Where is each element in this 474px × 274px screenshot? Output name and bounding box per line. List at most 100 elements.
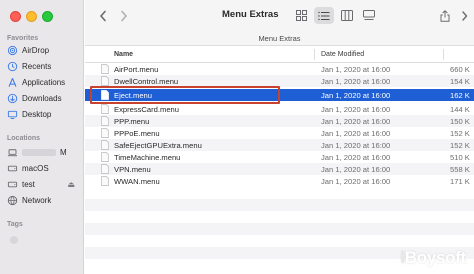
sidebar-item-computer[interactable]: M xyxy=(3,145,81,160)
file-icon xyxy=(101,116,109,126)
file-size: 162 K xyxy=(450,90,470,100)
chevron-right-icon xyxy=(121,10,128,21)
file-date: Jan 1, 2020 at 16:00 xyxy=(321,164,391,174)
file-row[interactable]: SafeEjectGPUExtra.menu Jan 1, 2020 at 16… xyxy=(85,139,474,151)
file-icon xyxy=(101,164,109,174)
sidebar-item-desktop[interactable]: Desktop xyxy=(3,107,81,122)
sidebar-item-test[interactable]: test ⏏ xyxy=(3,177,81,192)
file-size: 144 K xyxy=(450,104,470,114)
file-row[interactable]: PPP.menu Jan 1, 2020 at 16:00 150 K xyxy=(85,115,474,127)
tag-dot[interactable] xyxy=(10,236,18,244)
sidebar-item-label: Network xyxy=(22,196,52,205)
file-size: 154 K xyxy=(450,76,470,86)
file-icon xyxy=(101,76,109,86)
disk-icon xyxy=(6,163,18,175)
file-row[interactable]: VPN.menu Jan 1, 2020 at 16:00 558 K xyxy=(85,163,474,175)
file-name: VPN.menu xyxy=(114,164,151,174)
desktop-icon xyxy=(6,109,18,121)
close-window-button[interactable] xyxy=(10,11,21,22)
column-header-name[interactable]: Name xyxy=(114,51,133,58)
sidebar-heading-favorites: Favorites xyxy=(7,35,39,42)
file-name: TimeMachine.menu xyxy=(114,152,181,162)
forward-button[interactable] xyxy=(116,7,132,24)
file-size: 152 K xyxy=(450,140,470,150)
list-view-icon xyxy=(318,11,330,20)
file-icon xyxy=(101,128,109,138)
empty-row xyxy=(85,199,474,211)
globe-icon xyxy=(6,195,18,207)
applications-icon xyxy=(6,77,18,89)
icon-view-button[interactable] xyxy=(292,7,310,24)
file-date: Jan 1, 2020 at 16:00 xyxy=(321,152,391,162)
sidebar-item-label: Applications xyxy=(22,78,66,87)
file-icon xyxy=(101,104,109,114)
file-row[interactable]: PPPoE.menu Jan 1, 2020 at 16:00 152 K xyxy=(85,127,474,139)
share-icon xyxy=(440,9,450,22)
list-header: Name Date Modified xyxy=(85,47,474,63)
icon-view-icon xyxy=(295,10,307,21)
disk-icon xyxy=(6,179,18,191)
sidebar-item-label: Recents xyxy=(22,62,52,71)
sidebar-item-label: M xyxy=(60,148,67,157)
sidebar-heading-tags: Tags xyxy=(7,221,23,228)
zoom-window-button[interactable] xyxy=(42,11,53,22)
list-view-button[interactable] xyxy=(314,7,334,24)
column-divider[interactable] xyxy=(314,49,315,60)
file-row[interactable]: AirPort.menu Jan 1, 2020 at 16:00 660 K xyxy=(85,63,474,75)
redacted-name xyxy=(22,149,56,156)
file-name: ExpressCard.menu xyxy=(114,104,179,114)
file-name: SafeEjectGPUExtra.menu xyxy=(114,140,202,150)
file-name: DwellControl.menu xyxy=(114,76,179,86)
sidebar-item-label: Downloads xyxy=(22,94,62,103)
watermark-logo: i Boysoft xyxy=(400,248,466,268)
file-row[interactable]: ExpressCard.menu Jan 1, 2020 at 16:00 14… xyxy=(85,103,474,115)
file-date: Jan 1, 2020 at 16:00 xyxy=(321,128,391,138)
file-size: 558 K xyxy=(450,164,470,174)
file-size: 171 K xyxy=(450,176,470,186)
file-icon xyxy=(101,64,109,74)
chevron-left-icon xyxy=(99,10,106,21)
file-size: 510 K xyxy=(450,152,470,162)
sidebar-item-airdrop[interactable]: AirDrop xyxy=(3,43,81,58)
sidebar-item-downloads[interactable]: Downloads xyxy=(3,91,81,106)
sidebar-item-applications[interactable]: Applications xyxy=(3,75,81,90)
path-title: Menu Extras xyxy=(258,34,301,43)
more-toolbar-button[interactable] xyxy=(458,7,470,24)
share-button[interactable] xyxy=(438,7,452,24)
file-date: Jan 1, 2020 at 16:00 xyxy=(321,116,391,126)
sidebar-heading-locations: Locations xyxy=(7,135,41,142)
clock-icon xyxy=(6,61,18,73)
gallery-view-icon xyxy=(363,10,375,20)
window-title: Menu Extras xyxy=(222,9,279,20)
file-size: 660 K xyxy=(450,64,470,74)
file-name: AirPort.menu xyxy=(114,64,159,74)
sidebar-item-label: macOS xyxy=(22,164,49,173)
sidebar-item-network[interactable]: Network xyxy=(3,193,81,208)
gallery-view-button[interactable] xyxy=(360,7,378,24)
download-icon xyxy=(6,93,18,105)
file-size: 150 K xyxy=(450,116,470,126)
file-name: WWAN.menu xyxy=(114,176,160,186)
file-name: PPPoE.menu xyxy=(114,128,160,138)
file-date: Jan 1, 2020 at 16:00 xyxy=(321,176,391,186)
column-header-date[interactable]: Date Modified xyxy=(321,51,364,58)
minimize-window-button[interactable] xyxy=(26,11,37,22)
file-row[interactable]: TimeMachine.menu Jan 1, 2020 at 16:00 51… xyxy=(85,151,474,163)
file-row[interactable]: WWAN.menu Jan 1, 2020 at 16:00 171 K xyxy=(85,175,474,187)
column-divider[interactable] xyxy=(443,49,444,60)
sidebar-item-recents[interactable]: Recents xyxy=(3,59,81,74)
annotation-highlight-box xyxy=(90,86,280,104)
file-name: PPP.menu xyxy=(114,116,150,126)
sidebar-item-label: AirDrop xyxy=(22,46,50,55)
file-date: Jan 1, 2020 at 16:00 xyxy=(321,64,391,74)
column-view-button[interactable] xyxy=(338,7,356,24)
toolbar: Menu Extras xyxy=(85,0,474,31)
empty-row xyxy=(85,223,474,235)
back-button[interactable] xyxy=(95,7,111,24)
eject-icon[interactable]: ⏏ xyxy=(67,180,75,189)
file-size: 152 K xyxy=(450,128,470,138)
file-date: Jan 1, 2020 at 16:00 xyxy=(321,140,391,150)
sidebar-item-macos[interactable]: macOS xyxy=(3,161,81,176)
path-bar: Menu Extras xyxy=(85,31,474,46)
watermark-text: Boysoft xyxy=(404,248,466,267)
